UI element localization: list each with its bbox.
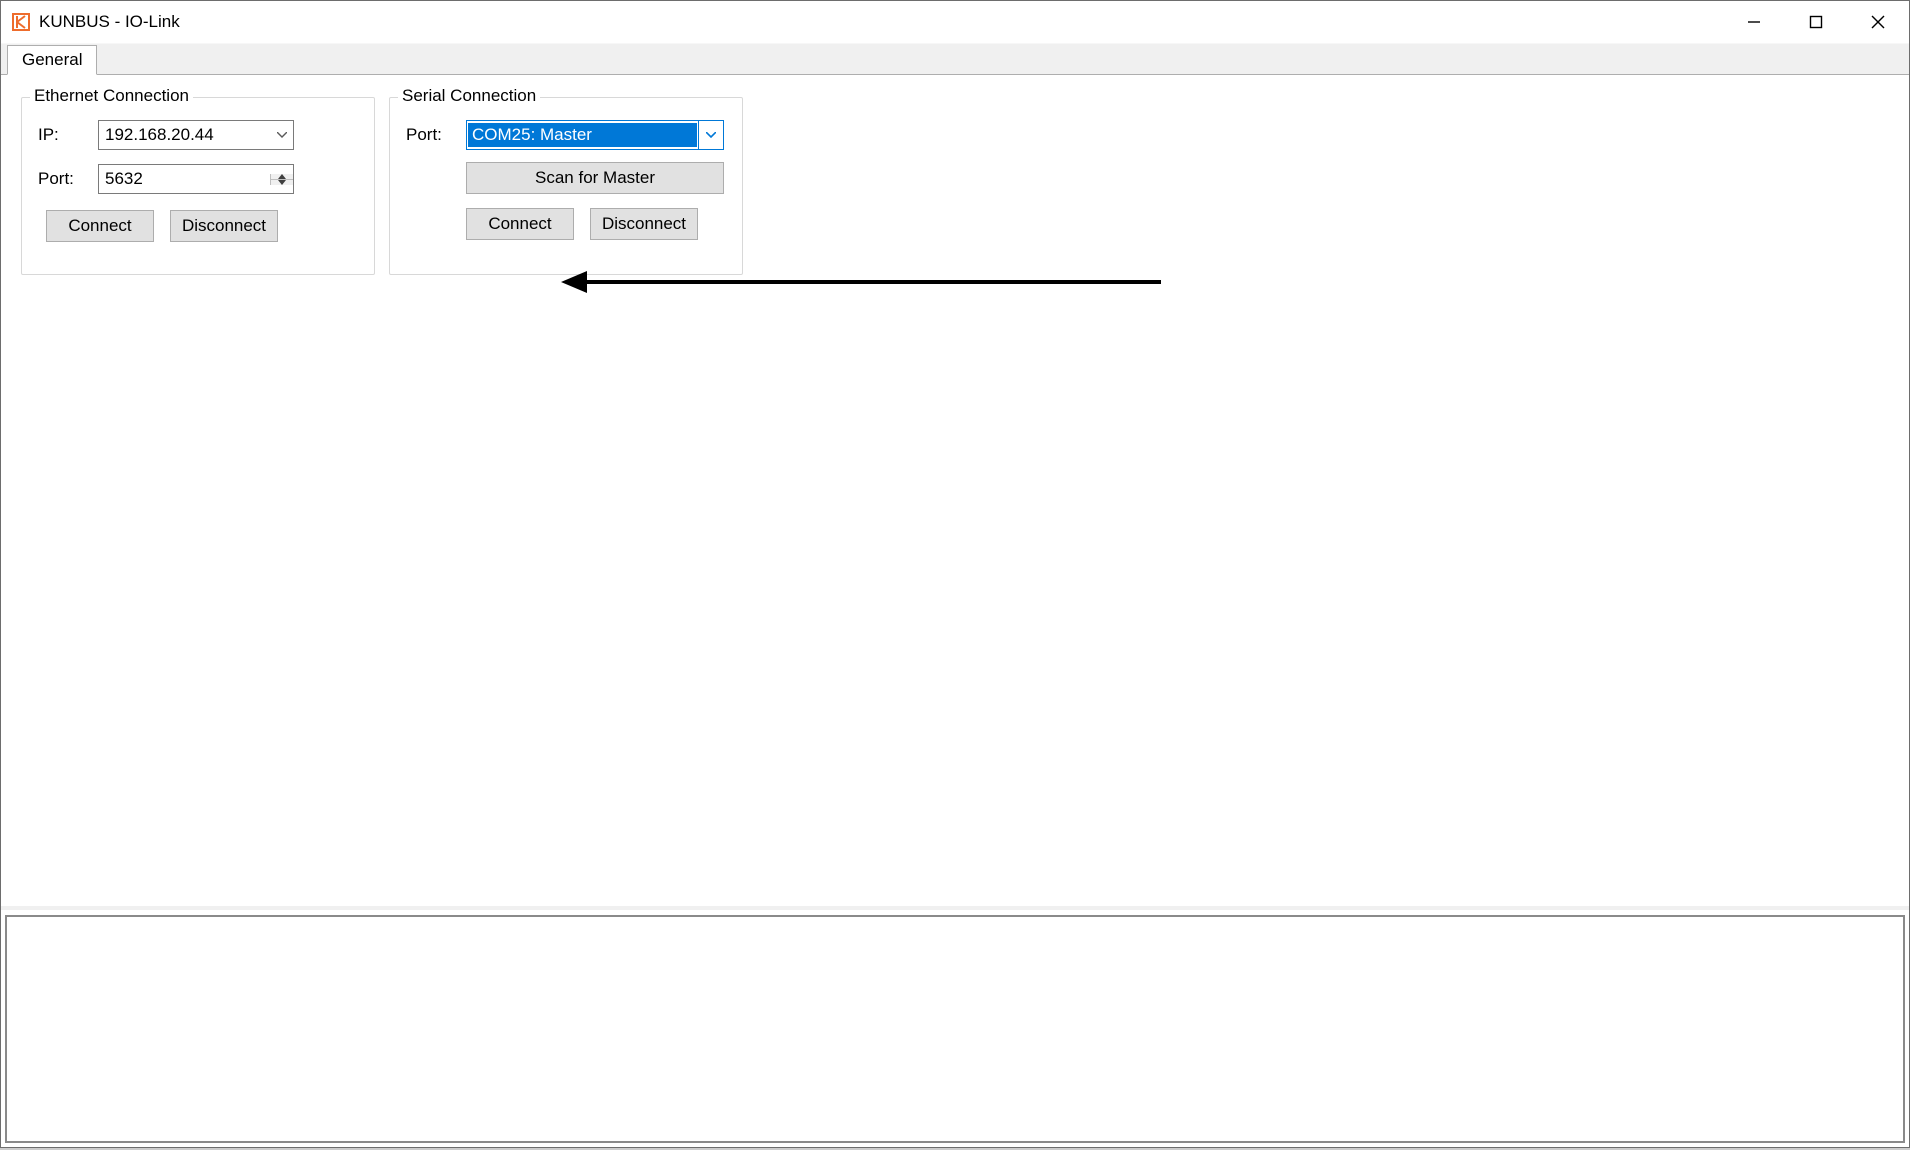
serial-port-combobox[interactable]: COM25: Master [466, 120, 724, 150]
title-bar: KUNBUS - IO-Link [1, 1, 1909, 43]
ip-value: 192.168.20.44 [99, 125, 271, 145]
output-panel[interactable] [5, 915, 1905, 1143]
label-eth-port: Port: [38, 169, 98, 189]
scan-for-master-button[interactable]: Scan for Master [466, 162, 724, 194]
splitter[interactable] [1, 906, 1909, 910]
application-window: KUNBUS - IO-Link General Ethernet Connec… [0, 0, 1910, 1148]
tab-general[interactable]: General [7, 45, 97, 75]
group-ethernet-legend: Ethernet Connection [30, 86, 193, 106]
eth-port-value: 5632 [99, 169, 270, 189]
ser-connect-button[interactable]: Connect [466, 208, 574, 240]
maximize-button[interactable] [1785, 1, 1847, 43]
tab-strip: General [1, 43, 1909, 75]
eth-disconnect-button[interactable]: Disconnect [170, 210, 278, 242]
eth-port-numeric[interactable]: 5632 [98, 164, 294, 194]
window-controls [1723, 1, 1909, 43]
ser-disconnect-button[interactable]: Disconnect [590, 208, 698, 240]
group-serial-connection: Serial Connection Port: COM25: Master Sc… [389, 97, 743, 275]
group-serial-legend: Serial Connection [398, 86, 540, 106]
eth-connect-button[interactable]: Connect [46, 210, 154, 242]
serial-port-value: COM25: Master [468, 123, 697, 147]
close-button[interactable] [1847, 1, 1909, 43]
app-icon [11, 12, 31, 32]
chevron-down-icon[interactable] [271, 121, 293, 149]
minimize-button[interactable] [1723, 1, 1785, 43]
ip-combobox[interactable]: 192.168.20.44 [98, 120, 294, 150]
eth-port-spinner [270, 174, 293, 185]
window-title: KUNBUS - IO-Link [39, 12, 1723, 32]
group-ethernet-connection: Ethernet Connection IP: 192.168.20.44 Po… [21, 97, 375, 275]
chevron-down-icon[interactable] [698, 121, 723, 149]
label-ser-port: Port: [406, 125, 466, 145]
spinner-down-icon[interactable] [271, 179, 293, 185]
label-ip: IP: [38, 125, 98, 145]
client-area: Ethernet Connection IP: 192.168.20.44 Po… [1, 75, 1909, 1147]
